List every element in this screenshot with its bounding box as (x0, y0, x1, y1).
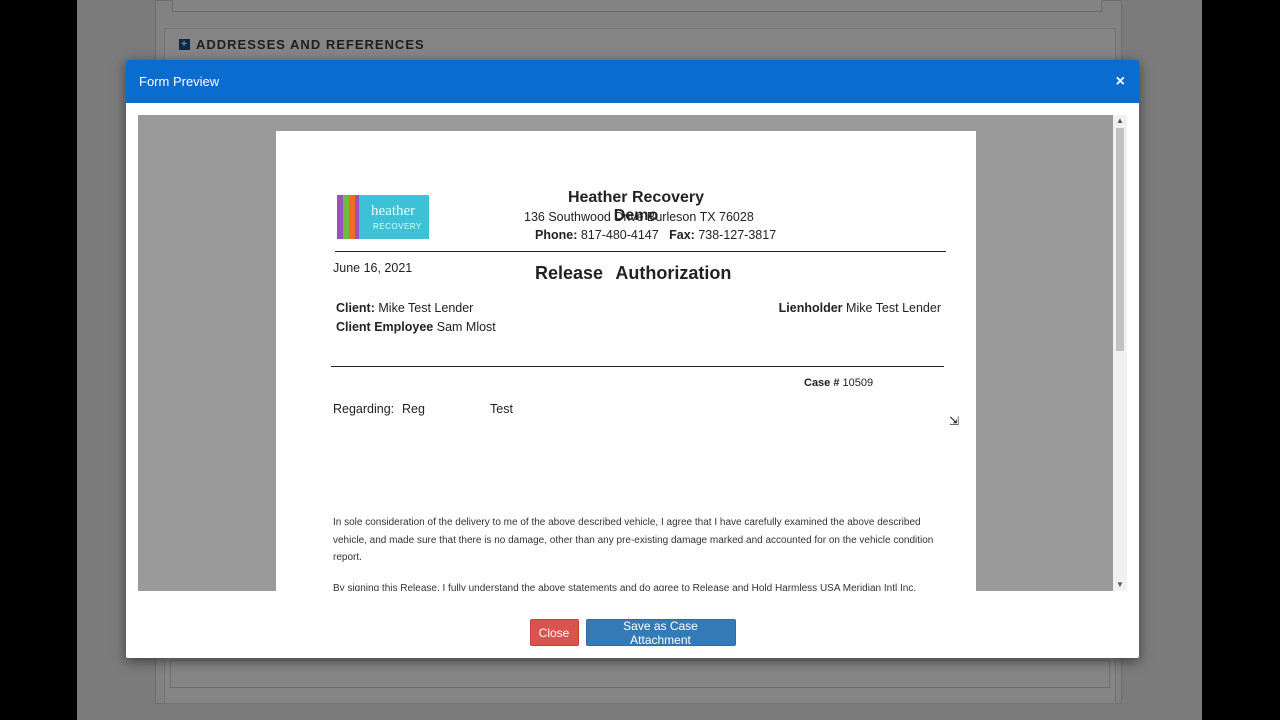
scroll-down-arrow-icon[interactable]: ▼ (1113, 579, 1127, 591)
document-title: Release Authorization (535, 263, 732, 283)
client-employee-line: Client Employee Sam Mlost (336, 320, 496, 334)
section-heading[interactable]: + ADDRESSES AND REFERENCES (179, 37, 425, 52)
scroll-thumb[interactable] (1116, 128, 1124, 351)
client-value: Mike Test Lender (378, 301, 474, 315)
release-paragraph-2: By signing this Release, I fully underst… (333, 583, 917, 591)
logo-sub: RECOVERY (373, 222, 422, 231)
form-preview-modal: Form Preview × heather RECOVERY Heather … (126, 60, 1139, 658)
modal-footer: Close Save as Case Attachment (126, 619, 1139, 647)
release-paragraph: In sole consideration of the delivery to… (333, 517, 934, 563)
lienholder-line: Lienholder Mike Test Lender (779, 301, 941, 315)
fax-value: 738-127-3817 (698, 228, 777, 242)
scroll-up-arrow-icon[interactable]: ▲ (1113, 115, 1127, 127)
regarding-value-2: Test (490, 402, 513, 416)
logo-word: heather (371, 203, 416, 219)
regarding-value-1: Reg (402, 402, 425, 416)
client-employee-label: Client Employee (336, 320, 434, 334)
mouse-cursor-icon: ⇲ (949, 414, 960, 428)
phone-label: Phone: (535, 228, 578, 242)
regarding-line: Regarding: Reg Test (333, 402, 513, 416)
plus-square-icon[interactable]: + (179, 39, 190, 50)
fax-label: Fax: (669, 228, 695, 242)
case-number: 10509 (842, 377, 874, 389)
document-date: June 16, 2021 (333, 261, 413, 275)
company-address: 136 Southwood Drive Burleson TX 76028 (524, 210, 754, 224)
modal-header: Form Preview × (126, 60, 1139, 103)
case-line: Case # 10509 (804, 377, 873, 389)
app-bottom-box (170, 660, 1110, 688)
company-logo: heather RECOVERY (337, 195, 429, 239)
client-line: Client: Mike Test Lender (336, 301, 473, 315)
client-label: Client: (336, 301, 375, 315)
client-employee-value: Sam Mlost (436, 320, 496, 334)
phone-line: Phone: 817-480-4147 Fax: 738-127-3817 (535, 228, 776, 242)
app-inner-box (172, 0, 1102, 12)
letterbox-right (1202, 0, 1280, 720)
modal-title: Form Preview (139, 74, 220, 89)
regarding-label: Regarding: (333, 402, 395, 416)
lienholder-label: Lienholder (778, 301, 843, 315)
viewer-scrollbar[interactable]: ▲ ▼ (1113, 115, 1127, 591)
save-as-case-attachment-button[interactable]: Save as Case Attachment (585, 619, 736, 647)
close-icon[interactable]: × (1116, 73, 1125, 91)
case-label: Case # (804, 377, 840, 389)
header-rule (335, 251, 946, 252)
phone-value: 817-480-4147 (580, 228, 659, 242)
close-button[interactable]: Close (529, 619, 579, 646)
lienholder-value: Mike Test Lender (846, 301, 941, 315)
document-viewer[interactable]: heather RECOVERY Heather Recovery Demo 1… (138, 115, 1127, 591)
letterbox-left (0, 0, 77, 720)
section-heading-label: ADDRESSES AND REFERENCES (196, 37, 425, 52)
section-rule (331, 366, 944, 367)
document-page: heather RECOVERY Heather Recovery Demo 1… (276, 131, 976, 591)
